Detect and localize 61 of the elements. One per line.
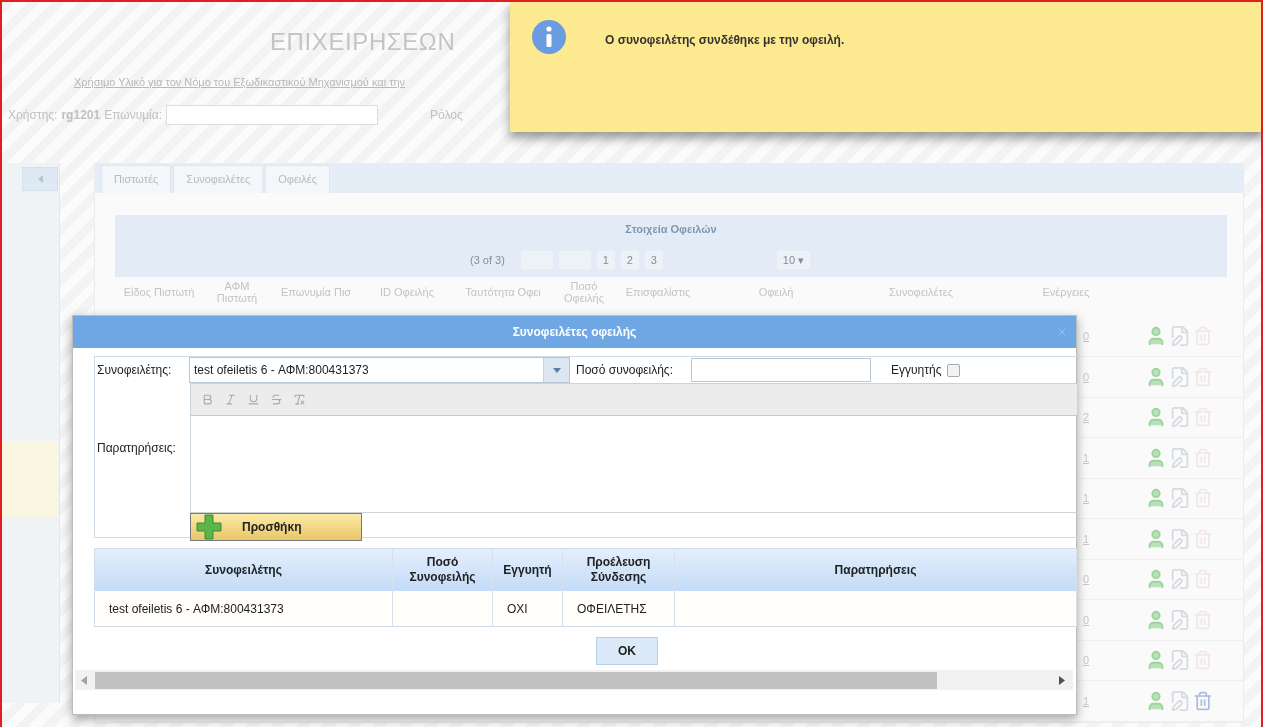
- collapse-button[interactable]: [22, 166, 58, 191]
- edit-icon[interactable]: [1169, 325, 1191, 348]
- table-header: Εγγυητή: [503, 562, 552, 578]
- scroll-right-icon[interactable]: [1059, 675, 1065, 685]
- page-button[interactable]: 2: [620, 251, 639, 270]
- edit-icon[interactable]: [1169, 568, 1191, 591]
- clear-format-icon[interactable]: [293, 393, 306, 406]
- bold-icon[interactable]: [201, 393, 214, 406]
- company-name-field[interactable]: [166, 104, 379, 125]
- edit-icon[interactable]: [1169, 689, 1191, 712]
- delete-icon[interactable]: [1193, 690, 1213, 711]
- tab[interactable]: Πιστωτές: [101, 165, 172, 194]
- strikethrough-icon[interactable]: [270, 393, 283, 406]
- user-name: rg1201: [61, 106, 101, 124]
- company-name-label: Επωνυμία:: [104, 106, 163, 124]
- tab[interactable]: Συνοφειλέτες: [173, 165, 264, 194]
- grid-title: Στοιχεία Οφειλών: [625, 221, 717, 237]
- materials-link[interactable]: Χρήσιμο Υλικό για τον Νόμο του Εξωδικαστικού Μηχανισμού και την: [74, 74, 406, 91]
- amount-label: Ποσό συνοφειλής:: [576, 362, 674, 379]
- notes-editor[interactable]: [190, 383, 1077, 513]
- table-header: Παρατηρήσεις: [834, 562, 917, 578]
- scroll-left-icon[interactable]: [81, 675, 87, 685]
- edit-icon[interactable]: [1169, 527, 1191, 550]
- horizontal-scrollbar[interactable]: [75, 670, 1073, 690]
- coborrower-dropdown[interactable]: test ofeiletis 6 - ΑΦΜ:800431373: [189, 357, 570, 383]
- underline-icon[interactable]: [247, 393, 260, 406]
- add-button[interactable]: Προσθήκη: [190, 513, 362, 541]
- plus-icon: [196, 514, 222, 540]
- notes-label: Παρατηρήσεις:: [97, 440, 176, 457]
- role-label: Ρόλος: [430, 106, 463, 124]
- table-cell-text: ΟΧΙ: [507, 600, 528, 618]
- caret-icon: [552, 367, 561, 373]
- guarantor-label: Εγγυητής: [891, 362, 942, 379]
- edit-icon[interactable]: [1169, 608, 1191, 631]
- caret-left-icon: [37, 174, 43, 183]
- table-header: Συνοφειλέτης: [205, 562, 282, 578]
- page-info: (3 of 3): [470, 252, 505, 268]
- tab[interactable]: Οφειλές: [265, 165, 330, 194]
- edit-icon[interactable]: [1169, 487, 1191, 510]
- edit-icon[interactable]: [1169, 446, 1191, 469]
- coborrower-label: Συνοφειλέτης:: [97, 362, 173, 379]
- rows-per-page-select[interactable]: 10 ▾: [776, 251, 811, 270]
- page-button[interactable]: 1: [596, 251, 615, 270]
- italic-icon[interactable]: [224, 393, 237, 406]
- close-icon[interactable]: [1056, 326, 1068, 338]
- scrollbar-thumb[interactable]: [95, 671, 937, 689]
- page-button[interactable]: 3: [644, 251, 663, 270]
- notification-message: Ο συνοφειλέτης συνδέθηκε με την οφειλή.: [605, 32, 845, 49]
- guarantor-checkbox[interactable]: [947, 363, 961, 377]
- user-label: Χρήστης:: [8, 106, 58, 124]
- ok-button[interactable]: OK: [596, 637, 658, 665]
- edit-icon[interactable]: [1169, 649, 1191, 672]
- table-cell-text: test ofeiletis 6 - ΑΦΜ:800431373: [109, 600, 284, 618]
- table-header: Ποσό Συνοφειλής: [408, 555, 477, 585]
- info-icon: [531, 19, 567, 55]
- table-header: Προέλευση Σύνδεσης: [585, 555, 652, 585]
- dialog-title: Συνοφειλέτες οφειλής: [512, 324, 637, 341]
- edit-icon[interactable]: [1169, 365, 1191, 388]
- edit-icon[interactable]: [1169, 406, 1191, 429]
- amount-field[interactable]: [691, 358, 871, 382]
- table-cell-text: ΟΦΕΙΛΕΤΗΣ: [577, 600, 647, 618]
